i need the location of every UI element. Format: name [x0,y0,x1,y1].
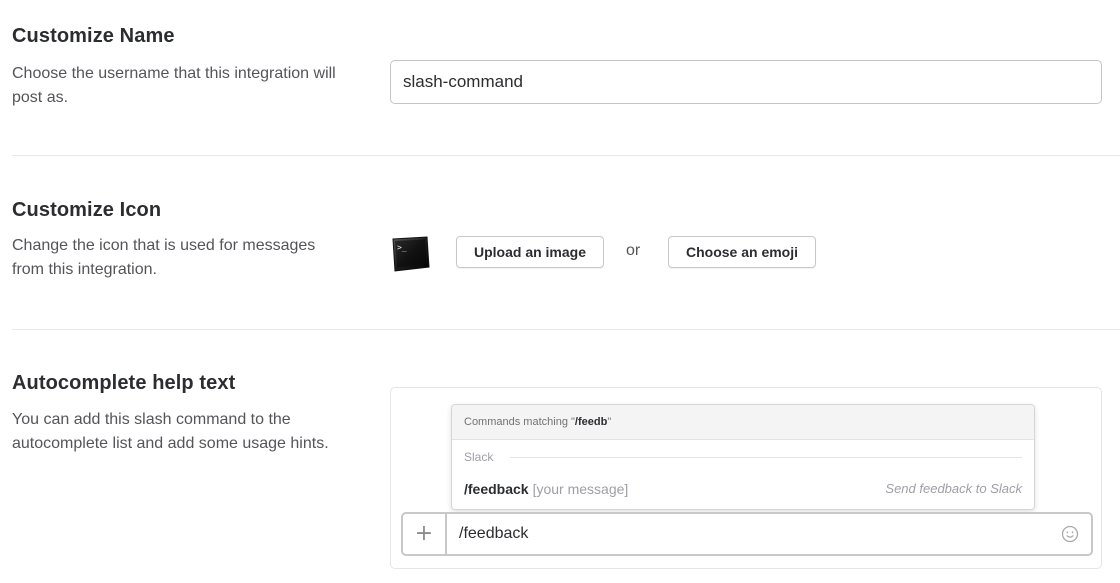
customize-name-section: Customize Name Choose the username that … [0,0,1120,156]
svg-text:>_: >_ [397,243,407,252]
autocomplete-section: Autocomplete help text You can add this … [0,330,1120,583]
customize-name-description: Choose the username that this integratio… [12,65,336,106]
plus-icon[interactable]: + [403,514,447,554]
autocomplete-query: /feedb [574,416,608,428]
upload-image-button[interactable]: Upload an image [456,236,604,268]
smiley-icon[interactable] [1061,525,1079,543]
message-input[interactable]: /feedback [459,514,528,554]
autocomplete-group-label: Slack [464,450,494,464]
autocomplete-command: /feedback [464,481,529,497]
customize-icon-description: Change the icon that is used for message… [12,237,316,278]
group-divider [510,457,1022,458]
or-label: or [626,242,641,259]
customize-name-title: Customize Name [12,25,175,47]
customize-icon-title: Customize Icon [12,199,162,221]
autocomplete-group: Slack [452,440,1034,474]
autocomplete-usage-hint: [your message] [532,481,629,497]
autocomplete-popup: Commands matching "/feedb" Slack /feedba… [451,404,1035,510]
autocomplete-description: You can add this slash command to the au… [12,411,329,452]
autocomplete-header: Commands matching "/feedb" [452,405,1034,440]
username-input[interactable] [390,60,1102,104]
terminal-icon: >_ [392,236,430,272]
autocomplete-preview: Commands matching "/feedb" Slack /feedba… [390,387,1102,569]
message-input-bar: + /feedback [401,512,1093,556]
autocomplete-title: Autocomplete help text [12,372,236,394]
choose-emoji-button[interactable]: Choose an emoji [668,236,816,268]
autocomplete-item[interactable]: /feedback [your message] Send feedback to… [452,474,1034,509]
autocomplete-command-description: Send feedback to Slack [885,481,1022,496]
customize-icon-section: Customize Icon Change the icon that is u… [0,156,1120,330]
